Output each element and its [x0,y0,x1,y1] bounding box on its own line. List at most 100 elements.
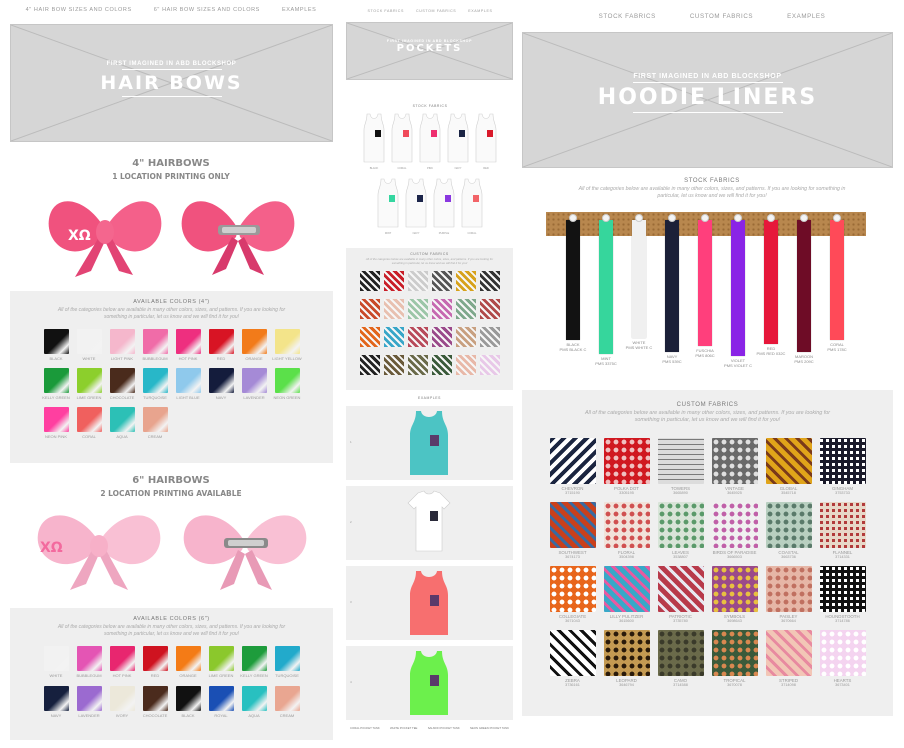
pockets-nav-custom[interactable]: CUSTOM FABRICS [416,9,456,13]
color-swatch-kelly-green[interactable]: KELLY GREEN [40,368,73,400]
color-swatch-white[interactable]: WHITE [40,646,73,678]
color-swatch-red[interactable]: RED [205,329,238,361]
example-card[interactable]: 1 [346,406,513,480]
fabric-vintage[interactable]: VINTAGE 3645925 [708,438,762,496]
pocket-tank-navy[interactable]: NAVY [446,112,470,171]
pocket-fabric-tile[interactable] [407,299,428,319]
pocket-fabric-tile[interactable] [359,299,380,319]
color-swatch-turquoise[interactable]: TURQUOISE [271,646,304,678]
color-swatch-neon-pink[interactable]: NEON PINK [40,407,73,439]
fabric-collegiate[interactable]: COLLEGIATE 3671043 [546,566,600,624]
hoodie-nav-custom[interactable]: CUSTOM FABRICS [690,13,753,20]
color-swatch-light-blue[interactable]: LIGHT BLUE [172,368,205,400]
fabric-striped[interactable]: STRIPED 3714098 [762,630,816,688]
fabric-hearts[interactable]: HEARTS 3673401 [816,630,870,688]
color-swatch-orange[interactable]: ORANGE [172,646,205,678]
pocket-tank-black[interactable]: BLACK [362,112,386,171]
pocket-fabric-tile[interactable] [383,271,404,291]
pocket-fabric-tile[interactable] [455,327,476,347]
example-card[interactable]: 2 [346,486,513,560]
hoodie-nav-stock[interactable]: STOCK FABRICS [599,13,656,20]
fabric-gingham[interactable]: GINGHAM 3753733 [816,438,870,496]
pocket-fabric-tile[interactable] [479,271,500,291]
color-swatch-hot-pink[interactable]: HOT PINK [106,646,139,678]
fabric-towers[interactable]: TOWERS 3665890 [654,438,708,496]
color-swatch-lavender[interactable]: LAVENDER [238,368,271,400]
fabric-birds-of-paradise[interactable]: BIRDS OF PARADISE 3666503 [708,502,762,560]
color-swatch-neon-green[interactable]: NEON GREEN [271,368,304,400]
fabric-strip-coral[interactable] [830,220,844,340]
color-swatch-black[interactable]: BLACK [172,686,205,718]
fabric-patriotic[interactable]: PATRIOTIC 3735780 [654,566,708,624]
fabric-flannel[interactable]: FLANNEL 3714331 [816,502,870,560]
color-swatch-orange[interactable]: ORANGE [238,329,271,361]
color-swatch-navy[interactable]: NAVY [205,368,238,400]
nav-4in-sizes[interactable]: 4" HAIR BOW SIZES AND COLORS [26,7,132,13]
pocket-fabric-tile[interactable] [383,355,404,375]
color-swatch-light-pink[interactable]: LIGHT PINK [106,329,139,361]
fabric-floral[interactable]: FLORAL 3504398 [600,502,654,560]
pocket-fabric-tile[interactable] [455,299,476,319]
color-swatch-red[interactable]: RED [139,646,172,678]
fabric-southwest[interactable]: SOUTHWEST 3674173 [546,502,600,560]
pocket-tank-navy[interactable]: NAVY [404,177,428,236]
color-swatch-coral[interactable]: CORAL [73,407,106,439]
pocket-fabric-tile[interactable] [479,355,500,375]
pocket-fabric-tile[interactable] [455,355,476,375]
color-swatch-aqua[interactable]: AQUA [106,407,139,439]
fabric-symbols[interactable]: SYMBOLS 3698643 [708,566,762,624]
fabric-paisley[interactable]: PAISLEY 3670664 [762,566,816,624]
color-swatch-bubblegum[interactable]: BUBBLEGUM [139,329,172,361]
pocket-fabric-tile[interactable] [431,271,452,291]
color-swatch-lime-green[interactable]: LIME GREEN [73,368,106,400]
pocket-fabric-tile[interactable] [383,327,404,347]
fabric-tropical[interactable]: TROPICAL 3670078 [708,630,762,688]
pocket-fabric-tile[interactable] [431,355,452,375]
pocket-fabric-tile[interactable] [431,299,452,319]
color-swatch-ivory[interactable]: IVORY [106,686,139,718]
pocket-tank-coral[interactable]: CORAL [390,112,414,171]
pocket-tank-red[interactable]: RED [474,112,498,171]
pocket-fabric-tile[interactable] [479,299,500,319]
color-swatch-lavender[interactable]: LAVENDER [73,686,106,718]
pocket-tank-purple[interactable]: PURPLE [432,177,456,236]
pocket-fabric-tile[interactable] [359,355,380,375]
color-swatch-chocolate[interactable]: CHOCOLATE [139,686,172,718]
color-swatch-aqua[interactable]: AQUA [238,686,271,718]
pocket-tank-coral[interactable]: CORAL [460,177,484,236]
fabric-lilly-pulitzer[interactable]: LILLY PULITZER 3615600 [600,566,654,624]
pocket-tank-pink[interactable]: PINK [418,112,442,171]
color-swatch-chocolate[interactable]: CHOCOLATE [106,368,139,400]
example-card[interactable]: 3 [346,566,513,640]
fabric-polka-dot[interactable]: POLKA DOT 3305195 [600,438,654,496]
color-swatch-cream[interactable]: CREAM [271,686,304,718]
pocket-fabric-tile[interactable] [407,271,428,291]
nav-examples[interactable]: EXAMPLES [282,7,316,13]
fabric-global[interactable]: GLOBAL 3545718 [762,438,816,496]
example-card[interactable]: 4 [346,646,513,720]
pocket-fabric-tile[interactable] [455,271,476,291]
nav-6in-sizes[interactable]: 6" HAIR BOW SIZES AND COLORS [154,7,260,13]
fabric-strip-white[interactable] [632,220,646,338]
fabric-strip-mint[interactable] [599,220,613,354]
fabric-leaves[interactable]: LEAVES 3538807 [654,502,708,560]
color-swatch-light-yellow[interactable]: LIGHT YELLOW [271,329,304,361]
color-swatch-hot-pink[interactable]: HOT PINK [172,329,205,361]
pockets-nav-stock[interactable]: STOCK FABRICS [368,9,405,13]
color-swatch-turquoise[interactable]: TURQUOISE [139,368,172,400]
color-swatch-bubblegum[interactable]: BUBBLEGUM [73,646,106,678]
color-swatch-navy[interactable]: NAVY [40,686,73,718]
color-swatch-white[interactable]: WHITE [73,329,106,361]
pocket-fabric-tile[interactable] [431,327,452,347]
fabric-leopard[interactable]: LEOPARD 3646794 [600,630,654,688]
fabric-coastal[interactable]: COASTAL 3663736 [762,502,816,560]
fabric-zebra[interactable]: ZEBRA 3736161 [546,630,600,688]
fabric-strip-black[interactable] [566,220,580,340]
color-swatch-lime-green[interactable]: LIME GREEN [205,646,238,678]
color-swatch-black[interactable]: BLACK [40,329,73,361]
hoodie-nav-examples[interactable]: EXAMPLES [787,13,825,20]
fabric-chevron[interactable]: CHEVRON 3715190 [546,438,600,496]
pocket-fabric-tile[interactable] [479,327,500,347]
fabric-camo[interactable]: CAMO 3714588 [654,630,708,688]
fabric-strip-navy[interactable] [665,220,679,352]
